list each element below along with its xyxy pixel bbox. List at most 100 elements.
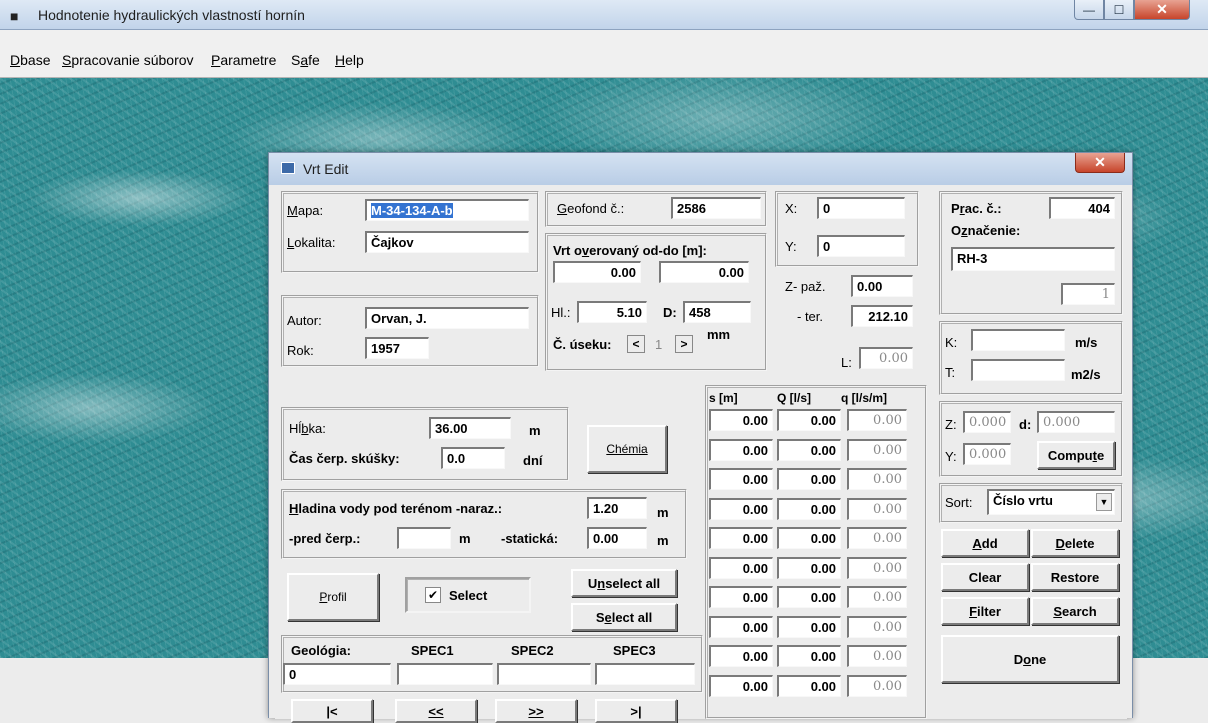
search-button[interactable]: Search	[1031, 597, 1119, 625]
q-cell[interactable]: 0.00	[847, 645, 907, 667]
oznacenie-index-field[interactable]: 1	[1061, 283, 1115, 305]
compute-button[interactable]: Compu t e	[1037, 441, 1115, 469]
s-cell[interactable]: 0.00	[709, 527, 773, 549]
dialog-close-button[interactable]: ✕	[1075, 153, 1125, 173]
q-cell[interactable]: 0.00	[847, 527, 907, 549]
menu-spracovanie-suborov[interactable]: Spracovanie súborov	[62, 52, 194, 68]
overovany-do-field[interactable]: 0.00	[659, 261, 749, 283]
q-cell[interactable]: 0.00	[847, 468, 907, 490]
hlbka-field[interactable]: 36.00	[429, 417, 511, 439]
select-checkbox[interactable]: ✔	[425, 587, 441, 603]
q-cell[interactable]: 0.00	[847, 409, 907, 431]
lokalita-field[interactable]: Čajkov	[365, 231, 529, 253]
staticka-field[interactable]: 0.00	[587, 527, 647, 549]
overovany-od-field[interactable]: 0.00	[553, 261, 641, 283]
clear-button[interactable]: Clear	[941, 563, 1029, 591]
last-record-button[interactable]: >|	[595, 699, 677, 723]
filter-button[interactable]: Filter	[941, 597, 1029, 625]
y-compute-field[interactable]: 0.000	[963, 443, 1011, 465]
first-record-button[interactable]: |<	[291, 699, 373, 723]
q-cell[interactable]: 0.00	[847, 438, 907, 461]
q-cell[interactable]: 0.00	[847, 556, 907, 579]
s-cell[interactable]: 0.00	[709, 586, 773, 608]
rok-field[interactable]: 1957	[365, 337, 429, 359]
q-cell[interactable]: 0.00	[847, 674, 907, 697]
chemia-button[interactable]: Chémia	[587, 425, 667, 473]
Q-cell[interactable]: 0.00	[777, 674, 841, 697]
menu-safe[interactable]: Safe	[291, 52, 320, 68]
first-icon: |<	[326, 703, 338, 719]
menu-dbase[interactable]: Dbase	[10, 52, 50, 68]
hlbka-label: Hĺbka:	[289, 421, 326, 436]
Q-cell[interactable]: 0.00	[777, 645, 841, 667]
prev-record-button[interactable]: <<	[395, 699, 477, 723]
spec2-field[interactable]	[497, 663, 591, 685]
close-button[interactable]: ✕	[1134, 0, 1190, 20]
usek-next-button[interactable]: >	[675, 335, 693, 353]
oznacenie-field[interactable]: RH-3	[951, 247, 1115, 271]
s-cell[interactable]: 0.00	[709, 645, 773, 667]
spec3-field[interactable]	[595, 663, 695, 685]
unselect-all-button[interactable]: Un select all	[571, 569, 677, 597]
select-all-button[interactable]: Se lect all	[571, 603, 677, 631]
s-cell[interactable]: 0.00	[709, 556, 773, 579]
z-field[interactable]: 0.000	[963, 411, 1011, 433]
Q-cell[interactable]: 0.00	[777, 497, 841, 520]
s-cell[interactable]: 0.00	[709, 438, 773, 461]
Q-cell[interactable]: 0.00	[777, 409, 841, 431]
s-cell[interactable]: 0.00	[709, 409, 773, 431]
Q-cell[interactable]: 0.00	[777, 556, 841, 579]
autor-field[interactable]: Orvan, J.	[365, 307, 529, 329]
y-field[interactable]: 0	[817, 235, 905, 257]
q-cell[interactable]: 0.00	[847, 615, 907, 638]
Q-cell[interactable]: 0.00	[777, 438, 841, 461]
t-field[interactable]	[971, 359, 1065, 381]
k-field[interactable]	[971, 329, 1065, 351]
hladina-field[interactable]: 1.20	[587, 497, 647, 519]
geofond-field[interactable]: 2586	[671, 197, 761, 219]
s-cell[interactable]: 0.00	[709, 615, 773, 638]
pred-cerp-label: -pred čerp.:	[289, 531, 361, 546]
ter-field[interactable]: 212.10	[851, 305, 913, 327]
cas-field[interactable]: 0.0	[441, 447, 505, 469]
Q-cell[interactable]: 0.00	[777, 586, 841, 608]
geologia-field[interactable]: 0	[283, 663, 391, 685]
x-field[interactable]: 0	[817, 197, 905, 219]
staticka-label: -statická:	[501, 531, 559, 546]
sort-select[interactable]: Číslo vrtu ▼	[987, 489, 1115, 515]
pred-cerp-field[interactable]	[397, 527, 451, 549]
l-field[interactable]: 0.00	[859, 347, 913, 369]
minimize-button[interactable]: —	[1074, 0, 1104, 20]
spec1-field[interactable]	[397, 663, 493, 685]
s-cell[interactable]: 0.00	[709, 468, 773, 490]
delete-button[interactable]: Delete	[1031, 529, 1119, 557]
d-field[interactable]: 458	[683, 301, 751, 323]
Q-cell[interactable]: 0.00	[777, 527, 841, 549]
prac-field[interactable]: 404	[1049, 197, 1115, 219]
done-button[interactable]: Do ne	[941, 635, 1119, 683]
next-record-button[interactable]: >>	[495, 699, 577, 723]
q-cell[interactable]: 0.00	[847, 586, 907, 608]
d-compute-field[interactable]: 0.000	[1037, 411, 1115, 433]
mapa-field[interactable]: M-34-134-A-b	[365, 199, 529, 221]
profil-button[interactable]: Profil	[287, 573, 379, 621]
add-button[interactable]: Add	[941, 529, 1029, 557]
checkmark-icon: ✔	[427, 588, 439, 602]
Q-cell[interactable]: 0.00	[777, 615, 841, 638]
usek-prev-button[interactable]: <	[627, 335, 645, 353]
maximize-button[interactable]: ☐	[1104, 0, 1134, 20]
q-cell[interactable]: 0.00	[847, 497, 907, 520]
menu-parametre[interactable]: Parametre	[211, 52, 276, 68]
s-cell[interactable]: 0.00	[709, 497, 773, 520]
col-q-header: q [l/s/m]	[841, 391, 888, 405]
s-cell[interactable]: 0.00	[709, 674, 773, 697]
overovany-label: Vrt overovaný od-do [m]:	[553, 243, 707, 258]
t-label: T:	[945, 365, 956, 380]
d-label: D:	[663, 305, 677, 320]
z-paz-field[interactable]: 0.00	[851, 275, 913, 297]
Q-cell[interactable]: 0.00	[777, 468, 841, 490]
menu-help[interactable]: Help	[335, 52, 364, 68]
restore-button[interactable]: Restore	[1031, 563, 1119, 591]
hl-field[interactable]: 5.10	[577, 301, 647, 323]
hladina-label: Hladina vody pod terénom -naraz.:	[289, 501, 503, 516]
